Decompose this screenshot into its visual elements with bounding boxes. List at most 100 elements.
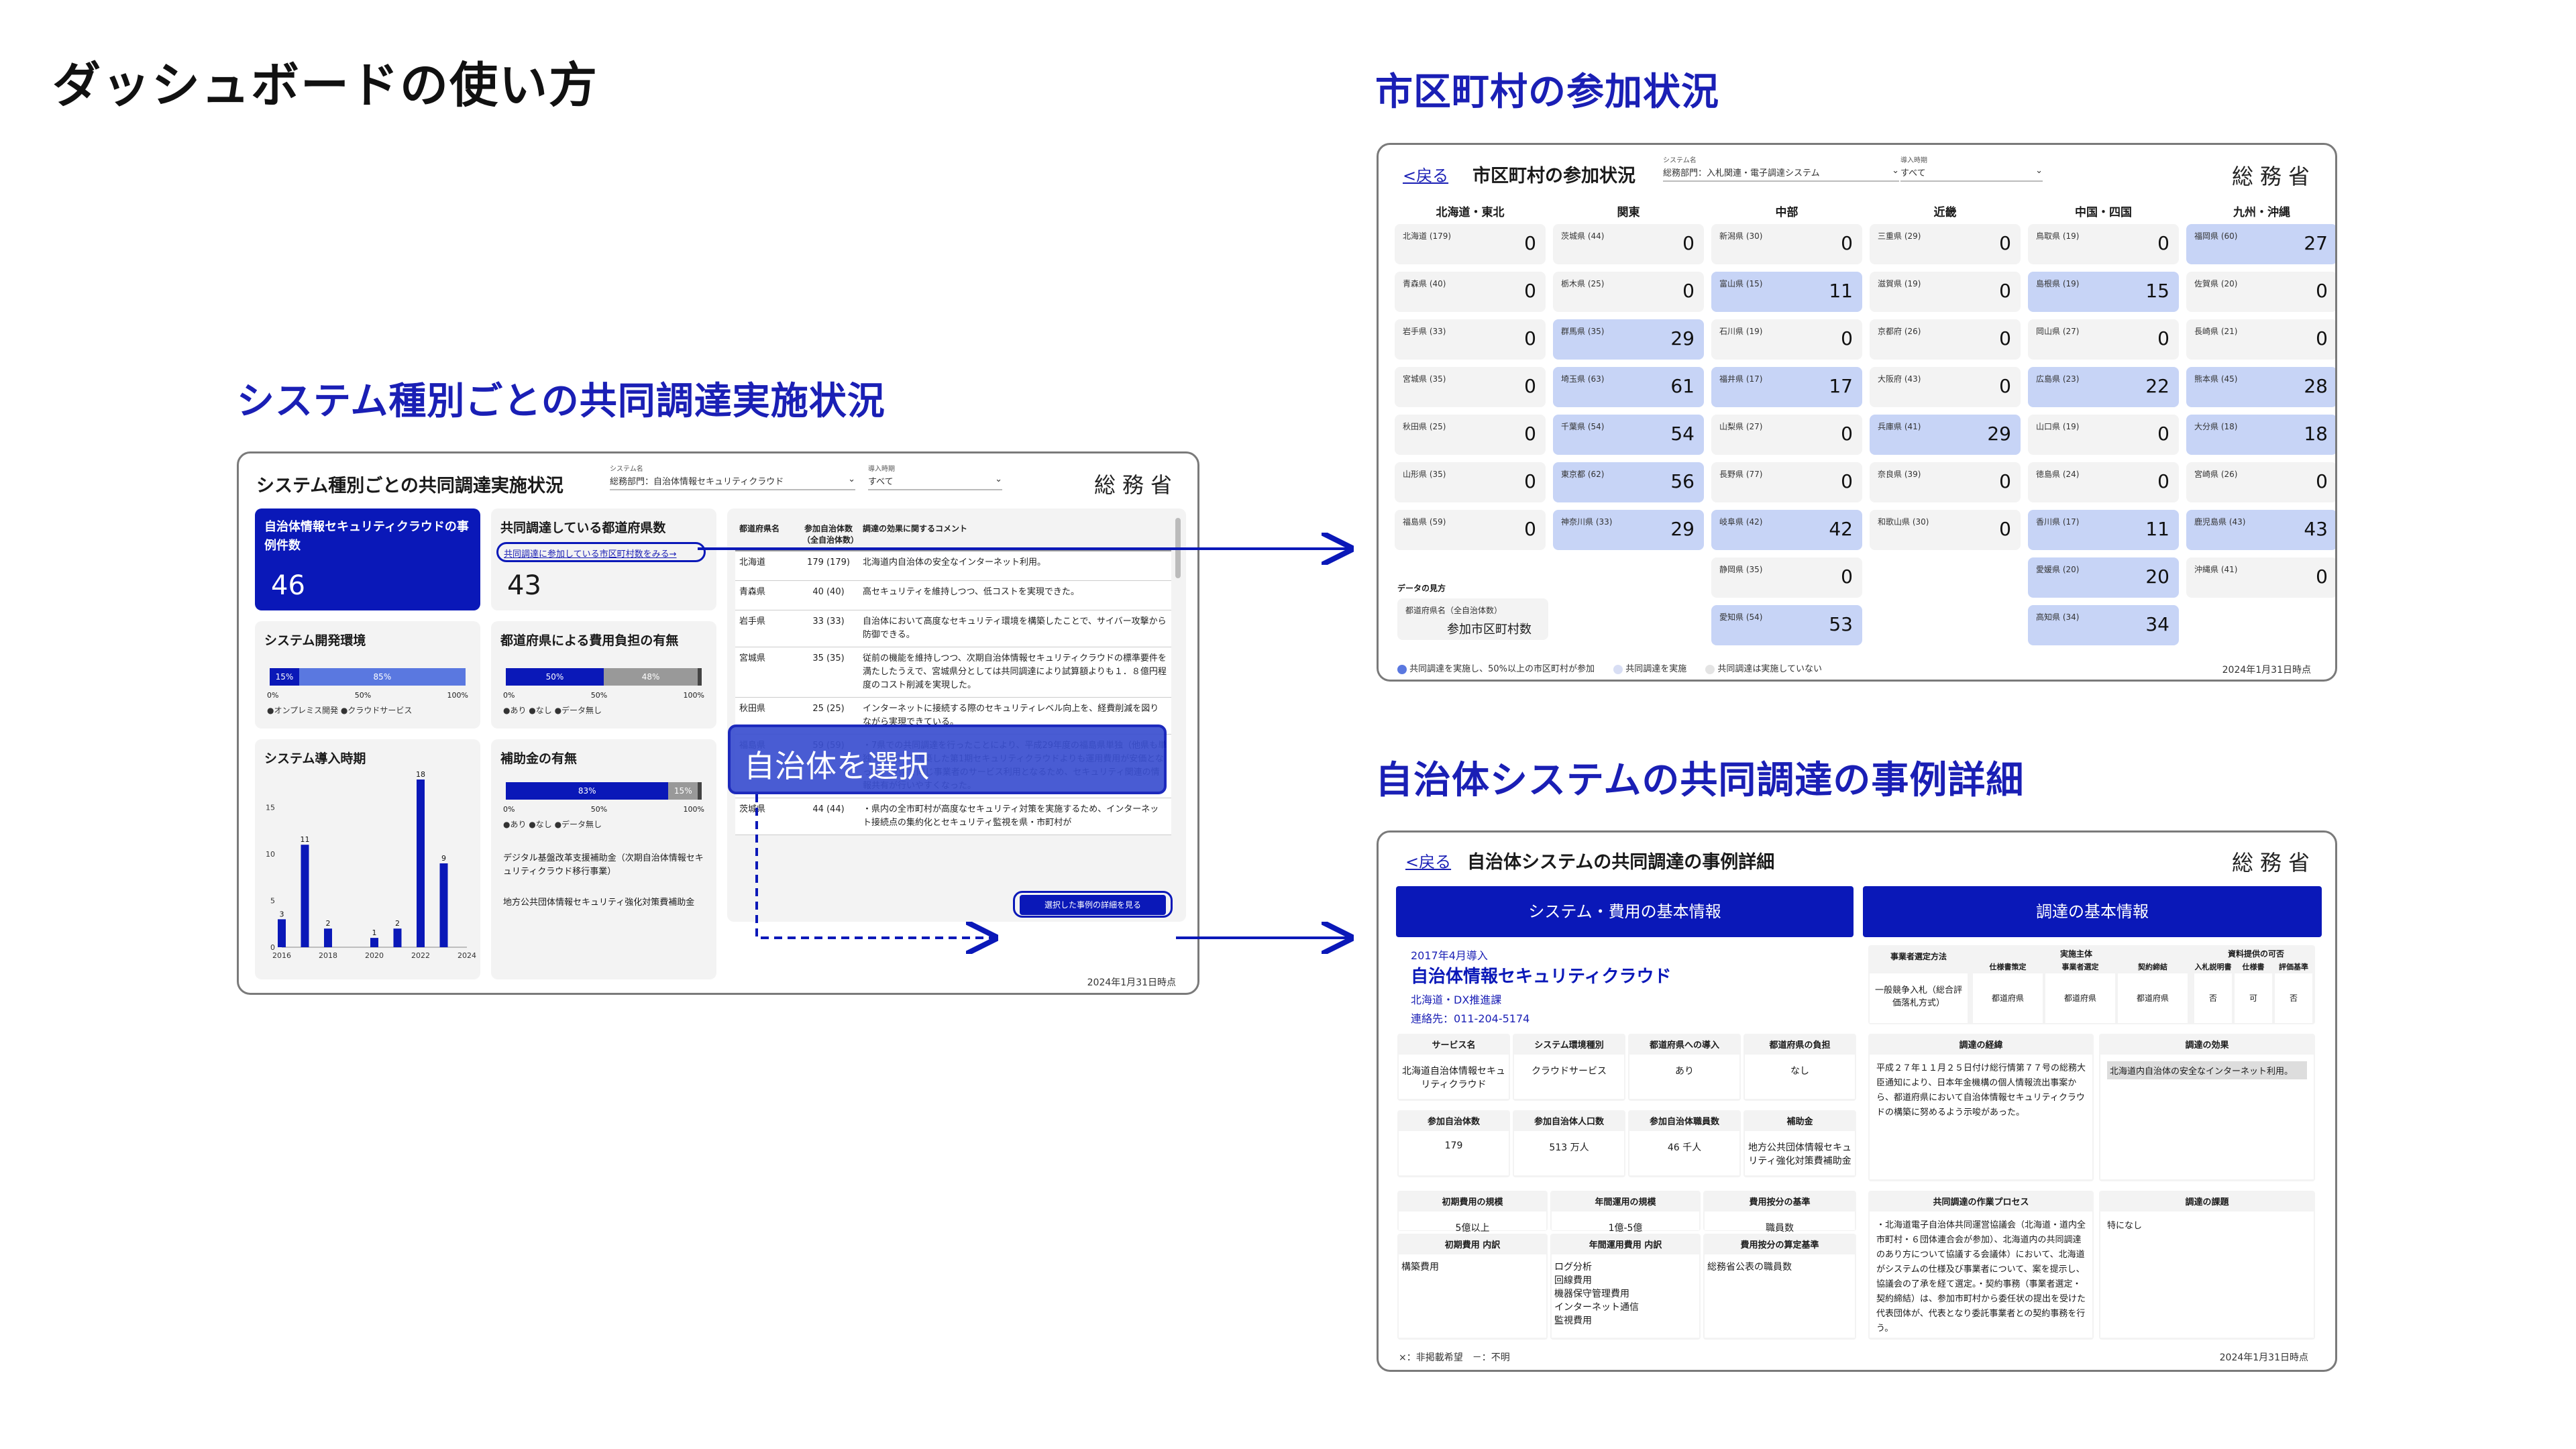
- pref-cell[interactable]: 東京都 (62) 56: [1553, 462, 1704, 502]
- pref-cell[interactable]: 岩手県 (33) 0: [1395, 319, 1546, 360]
- info-box-header: 補助金: [1786, 1117, 1813, 1127]
- pref-cell[interactable]: 兵庫県 (41) 29: [1870, 415, 2021, 455]
- info-box: 年間運用の規模 1億-5億: [1550, 1191, 1701, 1234]
- info-box: 費用按分の基準 職員数: [1703, 1191, 1856, 1234]
- pref-cell-value: 0: [1682, 280, 1695, 302]
- pref-cell-value: 11: [1829, 280, 1853, 302]
- pref-cell[interactable]: 福島県 (59) 0: [1395, 510, 1546, 550]
- pref-cell[interactable]: 広島県 (23) 22: [2028, 367, 2179, 407]
- pref-cell-name: 群馬県 (35): [1561, 327, 1605, 336]
- pref-cell-name: 埼玉県 (63): [1561, 374, 1605, 384]
- pref-cell[interactable]: 島根県 (19) 15: [2028, 272, 2179, 312]
- pref-cell[interactable]: 富山県 (15) 11: [1711, 272, 1862, 312]
- pref-cell[interactable]: 宮城県 (35) 0: [1395, 367, 1546, 407]
- arrow-select-to-button: [755, 794, 993, 938]
- pref-cell-name: 佐賀県 (20): [2194, 279, 2238, 288]
- pref-cell[interactable]: 香川県 (17) 11: [2028, 510, 2179, 550]
- pref-cell-value: 61: [1670, 375, 1695, 397]
- pref-cell-name: 長崎県 (21): [2194, 327, 2238, 336]
- pref-cell-name: 島根県 (19): [2036, 279, 2080, 288]
- pref-cell[interactable]: 大分県 (18) 18: [2186, 415, 2335, 455]
- pref-cell-value: 0: [1841, 566, 1853, 588]
- pref-cell[interactable]: 福井県 (17) 17: [1711, 367, 1862, 407]
- pref-cell[interactable]: 奈良県 (39) 0: [1870, 462, 2021, 502]
- pref-cell[interactable]: 山形県 (35) 0: [1395, 462, 1546, 502]
- pref-cell-value: 0: [2316, 327, 2328, 350]
- procurement-table: 事業者選定方法 一般競争入札（総合評価落札方式） 実施主体 資料提供の可否 仕様…: [1868, 945, 2315, 1024]
- pref-cell[interactable]: 和歌山県 (30) 0: [1870, 510, 2021, 550]
- pref-cell-name: 山梨県 (27): [1719, 422, 1763, 431]
- pref-cell[interactable]: 宮崎県 (26) 0: [2186, 462, 2335, 502]
- pref-cell[interactable]: 鳥取県 (19) 0: [2028, 224, 2179, 264]
- pref-cell-name: 栃木県 (25): [1561, 279, 1605, 288]
- guide-value: 参加市区町村数: [1447, 623, 1532, 637]
- info-box-value: 構築費用: [1399, 1254, 1546, 1338]
- pref-cell[interactable]: 高知県 (34) 34: [2028, 605, 2179, 645]
- pref-cell-value: 27: [2304, 232, 2328, 254]
- region-grid: 北海道・東北 北海道 (179) 0 青森県 (40) 0 岩手県 (33) 0 宮城県 (3…: [1379, 145, 2335, 655]
- pref-cell[interactable]: 茨城県 (44) 0: [1553, 224, 1704, 264]
- pref-cell[interactable]: 山梨県 (27) 0: [1711, 415, 1862, 455]
- info-box-header: 費用按分の算定基準: [1740, 1240, 1819, 1250]
- issues-value: 特になし: [2100, 1212, 2314, 1338]
- pref-cell[interactable]: 岡山県 (27) 0: [2028, 319, 2179, 360]
- pref-cell-value: 18: [2304, 423, 2328, 445]
- detail-footer: 2024年1月31日時点: [2219, 1352, 2308, 1363]
- pref-cell[interactable]: 岐阜県 (42) 42: [1711, 510, 1862, 550]
- pref-cell[interactable]: 新潟県 (30) 0: [1711, 224, 1862, 264]
- back-link[interactable]: <戻る: [1405, 849, 1451, 872]
- pref-cell[interactable]: 北海道 (179) 0: [1395, 224, 1546, 264]
- pref-cell[interactable]: 徳島県 (24) 0: [2028, 462, 2179, 502]
- pref-cell[interactable]: 栃木県 (25) 0: [1553, 272, 1704, 312]
- pref-cell-value: 42: [1829, 518, 1853, 540]
- pref-cell[interactable]: 石川県 (19) 0: [1711, 319, 1862, 360]
- participation-legend: 共同調達を実施し、50%以上の市区町村が参加 共同調達を実施 共同調達は実施して…: [1397, 661, 1822, 674]
- legend-label: 共同調達を実施: [1625, 664, 1687, 674]
- pref-cell[interactable]: 青森県 (40) 0: [1395, 272, 1546, 312]
- pref-cell[interactable]: 長崎県 (21) 0: [2186, 319, 2335, 360]
- pref-cell[interactable]: 熊本県 (45) 28: [2186, 367, 2335, 407]
- pref-cell[interactable]: 福岡県 (60) 27: [2186, 224, 2335, 264]
- pref-cell[interactable]: 静岡県 (35) 0: [1711, 557, 1862, 598]
- info-box-header: 参加自治体人口数: [1534, 1117, 1604, 1127]
- pref-cell[interactable]: 群馬県 (35) 29: [1553, 319, 1704, 360]
- pref-cell-value: 0: [1999, 280, 2011, 302]
- pref-cell[interactable]: 愛知県 (54) 53: [1711, 605, 1862, 645]
- pref-cell[interactable]: 沖縄県 (41) 0: [2186, 557, 2335, 598]
- pref-cell-name: 静岡県 (35): [1719, 565, 1763, 574]
- issues-header: 調達の課題: [2185, 1197, 2229, 1208]
- info-box-header: 参加自治体職員数: [1649, 1117, 1719, 1127]
- pref-cell[interactable]: 神奈川県 (33) 29: [1553, 510, 1704, 550]
- pref-cell[interactable]: 千葉県 (54) 54: [1553, 415, 1704, 455]
- info-box-value: 179: [1399, 1131, 1509, 1175]
- circumstances-header: 調達の経緯: [1959, 1040, 2003, 1051]
- pref-cell-name: 和歌山県 (30): [1878, 517, 1929, 527]
- pref-cell-name: 沖縄県 (41): [2194, 565, 2238, 574]
- pref-cell[interactable]: 滋賀県 (19) 0: [1870, 272, 2021, 312]
- pref-cell[interactable]: 愛媛県 (20) 20: [2028, 557, 2179, 598]
- pref-cell[interactable]: 佐賀県 (20) 0: [2186, 272, 2335, 312]
- pref-cell[interactable]: 山口県 (19) 0: [2028, 415, 2179, 455]
- pref-cell-name: 石川県 (19): [1719, 327, 1763, 336]
- pref-cell[interactable]: 埼玉県 (63) 61: [1553, 367, 1704, 407]
- pref-cell[interactable]: 鹿児島県 (43) 43: [2186, 510, 2335, 550]
- legend-label: 共同調達を実施し、50%以上の市区町村が参加: [1409, 664, 1595, 674]
- info-box-value: 1億-5億: [1552, 1212, 1699, 1234]
- legend-item: 共同調達を実施: [1613, 661, 1686, 674]
- effect-header: 調達の効果: [2185, 1040, 2229, 1051]
- pref-cell[interactable]: 三重県 (29) 0: [1870, 224, 2021, 264]
- pref-cell[interactable]: 大阪府 (43) 0: [1870, 367, 2021, 407]
- proc-col-header: 契約締結: [2138, 963, 2167, 971]
- legend-dot: [1705, 664, 1715, 674]
- proc-col-value: 可: [2235, 973, 2272, 1023]
- pref-cell[interactable]: 秋田県 (25) 0: [1395, 415, 1546, 455]
- pref-cell-value: 0: [2157, 470, 2169, 492]
- info-box: サービス名 北海道自治体情報セキュリティクラウド: [1397, 1034, 1510, 1101]
- pref-cell[interactable]: 長野県 (77) 0: [1711, 462, 1862, 502]
- pref-cell-value: 29: [1670, 518, 1695, 540]
- pref-cell-value: 0: [1841, 232, 1853, 254]
- pref-cell-name: 奈良県 (39): [1878, 470, 1921, 479]
- pref-cell[interactable]: 京都府 (26) 0: [1870, 319, 2021, 360]
- info-box: 参加自治体人口数 513 万人: [1513, 1110, 1625, 1177]
- pref-cell-name: 富山県 (15): [1719, 279, 1763, 288]
